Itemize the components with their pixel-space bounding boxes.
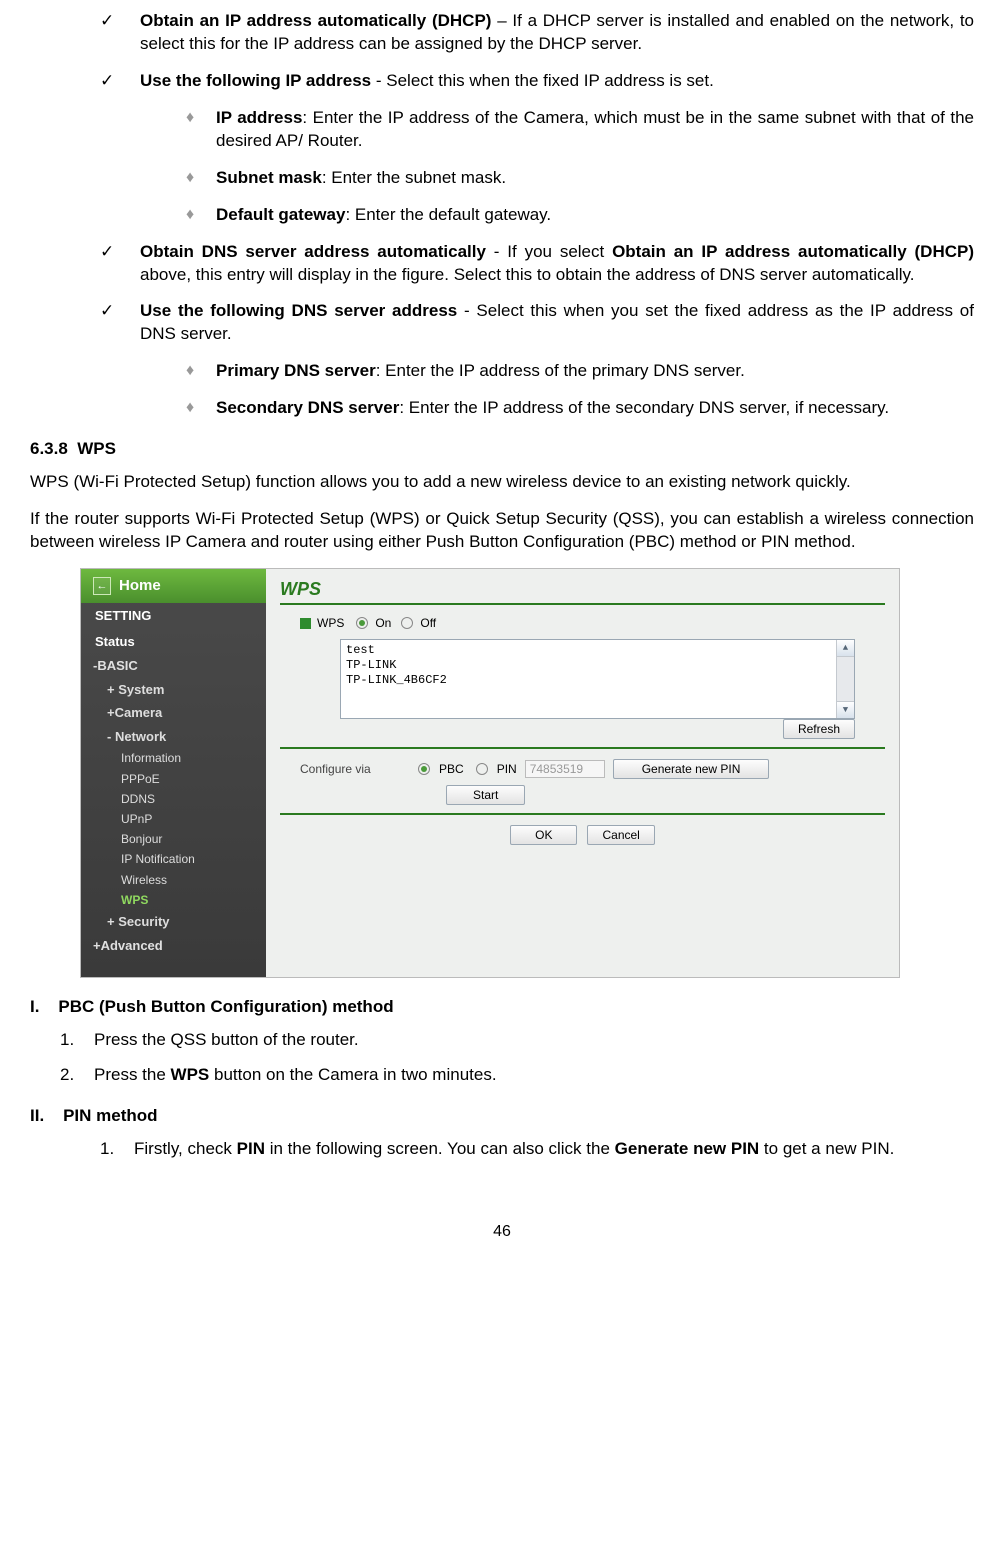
bullet-ipaddr: IP address: Enter the IP address of the … bbox=[186, 107, 974, 153]
radio-wps-off[interactable] bbox=[401, 617, 413, 629]
configure-via-row: Configure via PBC PIN Generate new PIN bbox=[280, 759, 885, 779]
diamond-list-ip: IP address: Enter the IP address of the … bbox=[140, 107, 974, 227]
scrollbar[interactable]: ▲ ▼ bbox=[836, 640, 854, 718]
divider-2 bbox=[280, 813, 885, 815]
sidebar-information[interactable]: Information bbox=[81, 748, 266, 768]
sidebar-camera[interactable]: +Camera bbox=[81, 701, 266, 725]
sidebar-basic[interactable]: -BASIC bbox=[81, 654, 266, 678]
bullet-dhcp: Obtain an IP address automatically (DHCP… bbox=[100, 10, 974, 56]
cancel-button[interactable]: Cancel bbox=[587, 825, 654, 845]
sidebar-advanced[interactable]: +Advanced bbox=[81, 934, 266, 958]
bullet-fixedip: Use the following IP address - Select th… bbox=[100, 70, 974, 227]
bullet-gateway: Default gateway: Enter the default gatew… bbox=[186, 204, 974, 227]
sidebar-ipnotification[interactable]: IP Notification bbox=[81, 849, 266, 869]
wps-para-2: If the router supports Wi-Fi Protected S… bbox=[30, 508, 974, 554]
section-number: 6.3.8 bbox=[30, 439, 68, 458]
sidebar-upnp[interactable]: UPnP bbox=[81, 809, 266, 829]
network-list[interactable]: test TP-LINK TP-LINK_4B6CF2 ▲ ▼ bbox=[340, 639, 855, 719]
pin-heading: II. PIN method bbox=[30, 1105, 974, 1128]
scroll-down-icon[interactable]: ▼ bbox=[837, 701, 854, 718]
wps-panel-title: WPS bbox=[280, 577, 885, 605]
pbc-step-2: 2.Press the WPS button on the Camera in … bbox=[60, 1064, 974, 1087]
network-item-2[interactable]: TP-LINK_4B6CF2 bbox=[346, 673, 849, 688]
configure-via-label: Configure via bbox=[300, 761, 410, 777]
sidebar-wireless[interactable]: Wireless bbox=[81, 870, 266, 890]
home-label: Home bbox=[119, 576, 161, 596]
pin-heading-text: PIN method bbox=[63, 1106, 157, 1125]
sidebar-setting: SETTING bbox=[81, 603, 266, 629]
start-button[interactable]: Start bbox=[446, 785, 525, 805]
radio-pin-label: PIN bbox=[497, 761, 517, 777]
section-heading: 6.3.8 WPS bbox=[30, 438, 974, 461]
page-number: 46 bbox=[30, 1221, 974, 1243]
bullet-dnsauto: Obtain DNS server address automatically … bbox=[100, 241, 974, 287]
radio-wps-on[interactable] bbox=[356, 617, 368, 629]
sidebar-system[interactable]: + System bbox=[81, 678, 266, 702]
bullet-sdns: Secondary DNS server: Enter the IP addre… bbox=[186, 397, 974, 420]
sidebar-network[interactable]: - Network bbox=[81, 725, 266, 749]
bullet-subnet: Subnet mask: Enter the subnet mask. bbox=[186, 167, 974, 190]
home-button[interactable]: ← Home bbox=[81, 569, 266, 603]
sidebar-security[interactable]: + Security bbox=[81, 910, 266, 934]
wps-screenshot: ← Home SETTING Status -BASIC + System +C… bbox=[80, 568, 900, 978]
section-marker-icon bbox=[300, 618, 311, 629]
network-item-0[interactable]: test bbox=[346, 643, 849, 658]
pbc-step-1: 1.Press the QSS button of the router. bbox=[60, 1029, 974, 1052]
pin-heading-num: II. bbox=[30, 1106, 44, 1125]
radio-pbc-label: PBC bbox=[439, 761, 464, 777]
pbc-heading-num: I. bbox=[30, 997, 39, 1016]
bullet-pdns: Primary DNS server: Enter the IP address… bbox=[186, 360, 974, 383]
bullet-dnsfixed: Use the following DNS server address - S… bbox=[100, 300, 974, 420]
radio-on-label: On bbox=[375, 615, 391, 631]
back-arrow-icon: ← bbox=[93, 577, 111, 595]
wps-label: WPS bbox=[317, 615, 344, 631]
network-item-1[interactable]: TP-LINK bbox=[346, 658, 849, 673]
section-title: WPS bbox=[77, 439, 116, 458]
pbc-heading-text: PBC (Push Button Configuration) method bbox=[58, 997, 393, 1016]
wps-para-1: WPS (Wi-Fi Protected Setup) function all… bbox=[30, 471, 974, 494]
check-list: Obtain an IP address automatically (DHCP… bbox=[30, 10, 974, 420]
sidebar-ddns[interactable]: DDNS bbox=[81, 789, 266, 809]
divider bbox=[280, 747, 885, 749]
wps-on-off-row: WPS On Off bbox=[280, 615, 885, 631]
pbc-heading: I. PBC (Push Button Configuration) metho… bbox=[30, 996, 974, 1019]
radio-off-label: Off bbox=[420, 615, 436, 631]
sidebar-status[interactable]: Status bbox=[81, 629, 266, 655]
sidebar-bonjour[interactable]: Bonjour bbox=[81, 829, 266, 849]
pbc-steps: 1.Press the QSS button of the router. 2.… bbox=[30, 1029, 974, 1087]
sidebar-wps[interactable]: WPS bbox=[81, 890, 266, 910]
refresh-button[interactable]: Refresh bbox=[783, 719, 855, 739]
ok-button[interactable]: OK bbox=[510, 825, 577, 845]
radio-pbc[interactable] bbox=[418, 763, 430, 775]
bullet-dhcp-label: Obtain an IP address automatically (DHCP… bbox=[140, 11, 491, 30]
wps-main-panel: WPS WPS On Off test TP-LINK TP-LINK_4B6C… bbox=[266, 569, 899, 977]
pin-step-1: 1.Firstly, check PIN in the following sc… bbox=[100, 1138, 974, 1161]
radio-pin[interactable] bbox=[476, 763, 488, 775]
scroll-up-icon[interactable]: ▲ bbox=[837, 640, 854, 657]
sidebar-pppoe[interactable]: PPPoE bbox=[81, 769, 266, 789]
pin-steps: 1.Firstly, check PIN in the following sc… bbox=[30, 1138, 974, 1161]
diamond-list-dns: Primary DNS server: Enter the IP address… bbox=[140, 360, 974, 420]
bullet-fixedip-text: - Select this when the fixed IP address … bbox=[371, 71, 714, 90]
wps-sidebar: ← Home SETTING Status -BASIC + System +C… bbox=[81, 569, 266, 977]
generate-pin-button[interactable]: Generate new PIN bbox=[613, 759, 770, 779]
pin-input[interactable] bbox=[525, 760, 605, 778]
bullet-fixedip-label: Use the following IP address bbox=[140, 71, 371, 90]
